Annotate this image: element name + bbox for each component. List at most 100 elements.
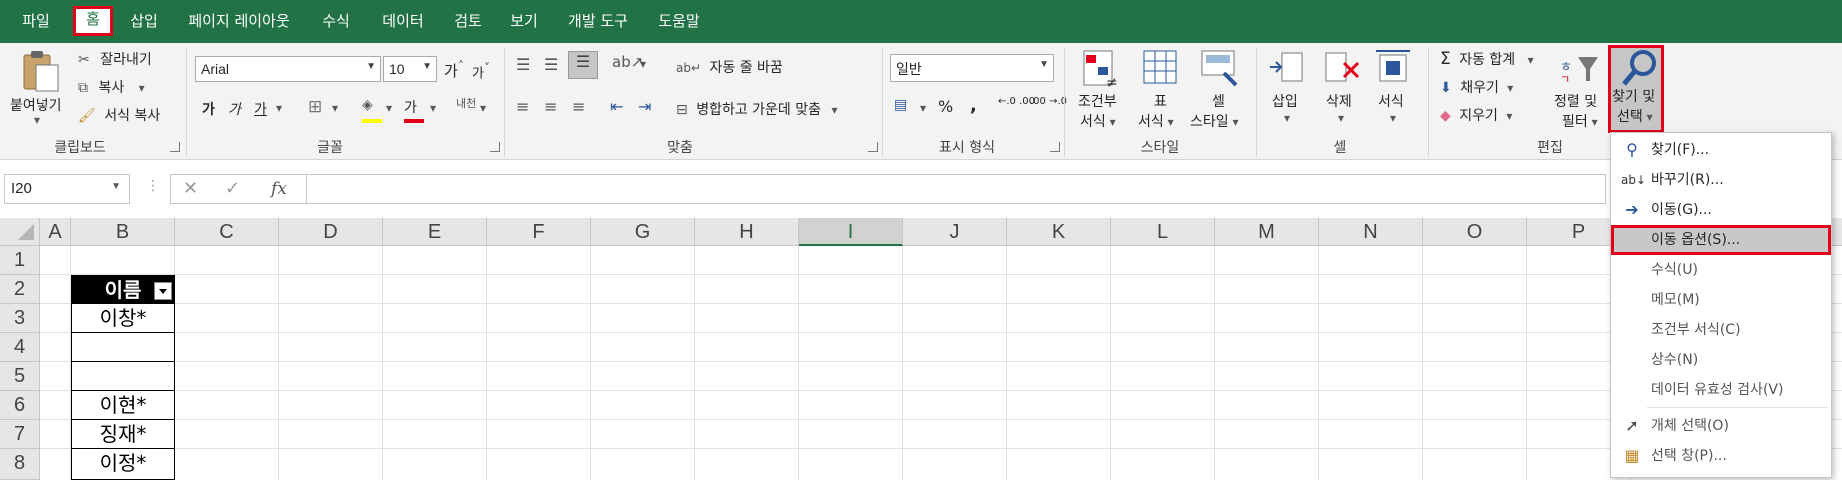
format-as-table-button[interactable]: 표 서식 ▾ xyxy=(1132,49,1188,133)
autosum-button[interactable]: Σ 자동 합계 ▾ xyxy=(1440,49,1534,69)
align-top-icon[interactable]: ☰ xyxy=(516,55,530,74)
format-painter-button[interactable]: 🖌 서식 복사 xyxy=(78,105,160,125)
tab-help[interactable]: 도움말 xyxy=(652,9,706,35)
font-name-combo[interactable]: Arial ▼ xyxy=(195,56,381,82)
fill-color-button[interactable]: ◈ xyxy=(362,97,382,123)
column-header-m[interactable]: M xyxy=(1215,218,1319,246)
sort-filter-button[interactable]: ㅎ ㄱ 정렬 및 필터 ▾ xyxy=(1550,49,1608,133)
enter-icon[interactable]: ✓ xyxy=(225,178,240,199)
conditional-formatting-button[interactable]: ≠ 조건부 서식 ▾ xyxy=(1072,49,1128,133)
increase-decimal-button[interactable]: ←.0 .00 xyxy=(998,97,1035,107)
increase-indent-icon[interactable]: ⇥ xyxy=(638,97,651,116)
menu-item-find[interactable]: ⚲ 찾기(F)... xyxy=(1611,135,1831,165)
grow-font-button[interactable]: 가˄ xyxy=(444,59,464,81)
fill-color-dropdown-icon[interactable]: ▾ xyxy=(386,101,392,115)
currency-icon[interactable]: ▤ xyxy=(894,97,907,113)
phonetic-guide-button[interactable]: 내천 xyxy=(456,98,476,109)
phonetic-dropdown-icon[interactable]: ▾ xyxy=(480,101,486,115)
align-center-icon[interactable]: ≡ xyxy=(544,97,557,116)
italic-button[interactable]: 가 xyxy=(228,99,241,119)
column-header-o[interactable]: O xyxy=(1423,218,1527,246)
font-color-button[interactable]: 가 xyxy=(404,97,424,123)
table-cell[interactable]: 이정* xyxy=(71,449,175,480)
copy-button[interactable]: ⧉ 복사 ▾ xyxy=(78,77,145,97)
borders-dropdown-icon[interactable]: ▾ xyxy=(332,101,338,115)
tab-developer[interactable]: 개발 도구 xyxy=(562,9,634,35)
column-header-h[interactable]: H xyxy=(695,218,799,246)
cancel-icon[interactable]: ✕ xyxy=(183,178,198,199)
row-header-2[interactable]: 2 xyxy=(0,275,40,304)
menu-item-replace[interactable]: ab↓ 바꾸기(R)... xyxy=(1611,165,1831,195)
merge-center-button[interactable]: ⊟ 병합하고 가운데 맞춤 ▾ xyxy=(676,99,838,119)
column-header-d[interactable]: D xyxy=(279,218,383,246)
number-format-combo[interactable]: 일반 ▼ xyxy=(890,54,1054,82)
bold-button[interactable]: 가 xyxy=(202,99,215,119)
tab-data[interactable]: 데이터 xyxy=(376,9,430,35)
delete-cells-button[interactable]: 삭제 ▾ xyxy=(1316,49,1366,133)
cell-styles-button[interactable]: 셀 스타일 ▾ xyxy=(1186,49,1252,133)
menu-item-formulas[interactable]: 수식(U) xyxy=(1611,255,1831,285)
find-select-button[interactable]: 찾기 및 선택 ▾ xyxy=(1608,45,1664,133)
tab-formulas[interactable]: 수식 xyxy=(316,9,356,35)
menu-item-constants[interactable]: 상수(N) xyxy=(1611,345,1831,375)
column-header-a[interactable]: A xyxy=(40,218,71,246)
column-header-b[interactable]: B xyxy=(71,218,175,246)
orientation-icon[interactable]: ab↗ xyxy=(612,53,643,71)
column-header-i[interactable]: I xyxy=(799,218,903,246)
row-header-1[interactable]: 1 xyxy=(0,246,40,275)
insert-cells-button[interactable]: 삽입 ▾ xyxy=(1262,49,1312,133)
column-header-c[interactable]: C xyxy=(175,218,279,246)
align-middle-icon[interactable]: ☰ xyxy=(544,55,558,74)
table-cell[interactable]: 이창* xyxy=(71,304,175,333)
decrease-decimal-button[interactable]: .00 →.0 xyxy=(1030,97,1067,107)
alignment-launcher-icon[interactable] xyxy=(868,142,878,152)
tab-home[interactable]: 홈 xyxy=(73,6,113,36)
tab-file[interactable]: 파일 xyxy=(14,9,58,35)
underline-dropdown-icon[interactable]: ▾ xyxy=(276,101,282,115)
paste-button[interactable]: 붙여넣기 ▾ xyxy=(6,47,72,127)
menu-item-select-objects[interactable]: ➚ 개체 선택(O) xyxy=(1611,411,1831,441)
align-bottom-icon[interactable]: ☰ xyxy=(568,51,598,79)
menu-item-selection-pane[interactable]: ▦ 선택 창(P)... xyxy=(1611,441,1831,471)
wrap-text-button[interactable]: ab↵ 자동 줄 바꿈 xyxy=(676,57,783,77)
column-header-n[interactable]: N xyxy=(1319,218,1423,246)
table-header-cell[interactable]: 이름 xyxy=(71,275,175,304)
formula-input[interactable] xyxy=(306,174,1606,204)
column-header-g[interactable]: G xyxy=(591,218,695,246)
table-cell[interactable]: 징재* xyxy=(71,420,175,449)
align-left-icon[interactable]: ≡ xyxy=(516,97,529,116)
table-cell[interactable] xyxy=(71,333,175,362)
row-header-3[interactable]: 3 xyxy=(0,304,40,333)
row-header-5[interactable]: 5 xyxy=(0,362,40,391)
clipboard-launcher-icon[interactable] xyxy=(170,142,180,152)
borders-icon[interactable]: ⊞ xyxy=(308,97,322,117)
table-cell[interactable] xyxy=(71,362,175,391)
menu-item-goto[interactable]: ➔ 이동(G)... xyxy=(1611,195,1831,225)
tab-insert[interactable]: 삽입 xyxy=(124,9,164,35)
percent-style-button[interactable]: % xyxy=(938,97,953,116)
menu-item-notes[interactable]: 메모(M) xyxy=(1611,285,1831,315)
clear-button[interactable]: ◆ 지우기 ▾ xyxy=(1440,105,1512,125)
column-header-l[interactable]: L xyxy=(1111,218,1215,246)
menu-item-goto-special[interactable]: 이동 옵션(S)... xyxy=(1611,225,1831,255)
table-cell[interactable]: 이현* xyxy=(71,391,175,420)
tab-page-layout[interactable]: 페이지 레이아웃 xyxy=(182,9,296,35)
name-box[interactable]: I20 ▼ xyxy=(4,174,130,204)
decrease-indent-icon[interactable]: ⇤ xyxy=(610,97,623,116)
underline-button[interactable]: 가 xyxy=(254,99,267,119)
fill-button[interactable]: ⬇ 채우기 ▾ xyxy=(1440,77,1513,97)
row-header-4[interactable]: 4 xyxy=(0,333,40,362)
orientation-dropdown-icon[interactable]: ▾ xyxy=(640,57,646,71)
row-header-8[interactable]: 8 xyxy=(0,449,40,480)
column-header-j[interactable]: J xyxy=(903,218,1007,246)
column-header-k[interactable]: K xyxy=(1007,218,1111,246)
number-launcher-icon[interactable] xyxy=(1050,142,1060,152)
currency-dropdown-icon[interactable]: ▾ xyxy=(920,101,926,115)
font-color-dropdown-icon[interactable]: ▾ xyxy=(430,101,436,115)
column-header-f[interactable]: F xyxy=(487,218,591,246)
menu-item-conditional-formatting[interactable]: 조건부 서식(C) xyxy=(1611,315,1831,345)
column-header-e[interactable]: E xyxy=(383,218,487,246)
row-header-6[interactable]: 6 xyxy=(0,391,40,420)
cut-button[interactable]: ✂ 잘라내기 xyxy=(78,49,152,69)
comma-style-button[interactable]: , xyxy=(970,95,977,116)
